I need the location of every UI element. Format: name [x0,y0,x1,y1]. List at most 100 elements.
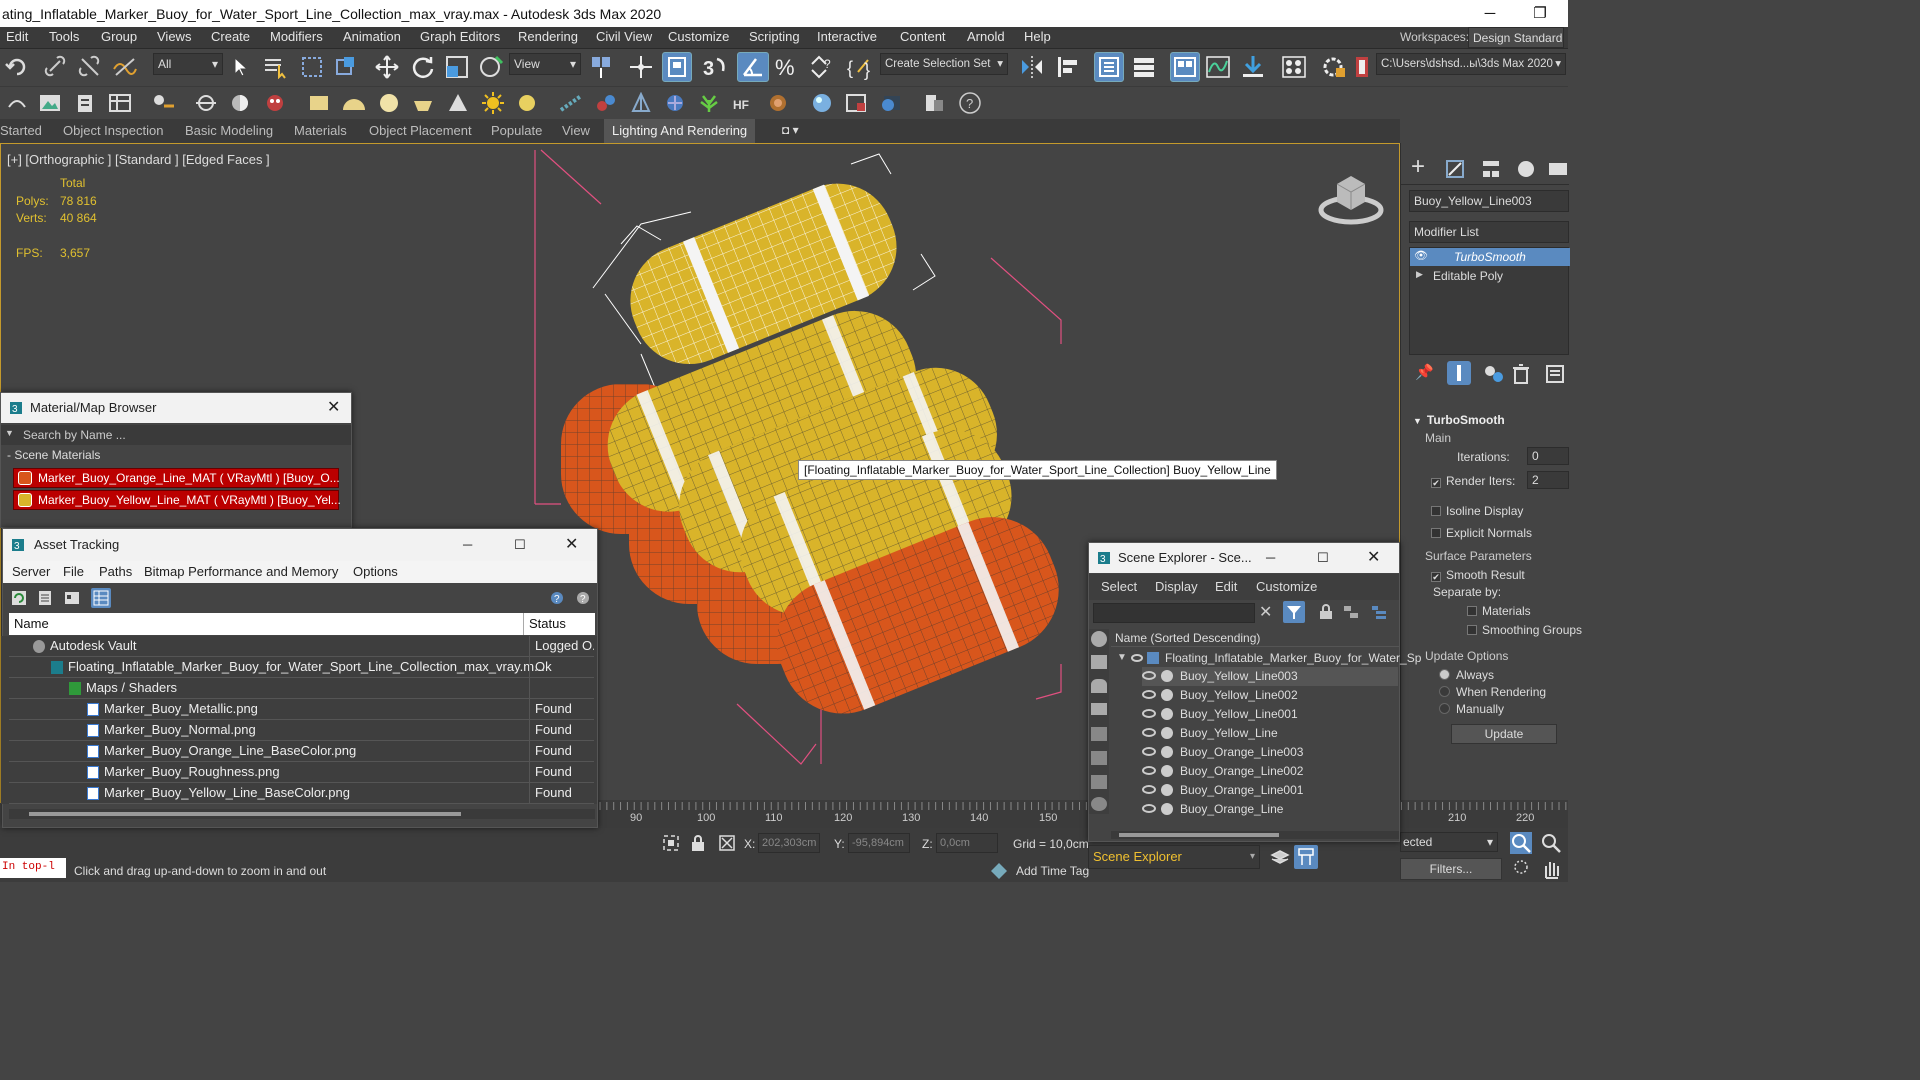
menu-customize[interactable]: Customize [668,29,729,44]
menu-edit[interactable]: Edit [6,29,28,44]
menu-scripting[interactable]: Scripting [749,29,800,44]
tab-started[interactable]: Started [0,123,42,138]
batch-render-icon[interactable] [922,92,946,114]
move-icon[interactable] [374,54,400,80]
maximize-icon[interactable]: ☐ [514,529,526,561]
scene-object-row[interactable]: Buoy_Orange_Line003 [1142,743,1398,762]
scale-icon[interactable] [444,54,470,80]
scene-materials-header[interactable]: - Scene Materials [7,448,100,462]
trash-icon[interactable] [1511,363,1531,385]
minimize-icon[interactable]: ─ [463,529,472,561]
toggle-ribbon[interactable] [1170,52,1200,82]
layers-icon[interactable] [1270,848,1290,866]
select-manipulate-icon[interactable] [628,54,654,80]
display-bones-icon[interactable] [1091,797,1107,811]
asset-row[interactable]: Floating_Inflatable_Marker_Buoy_for_Wate… [9,657,594,678]
sun-light-icon[interactable] [480,91,506,115]
scene-object-row[interactable]: Buoy_Yellow_Line002 [1142,686,1398,705]
minimize-button[interactable]: ─ [1470,0,1510,28]
hair-fur-icon[interactable]: HF [731,92,757,114]
expand-arrow-icon[interactable]: ▶ [1416,269,1423,280]
object-name-field[interactable]: Buoy_Yellow_Line003 [1409,190,1569,212]
menu-content[interactable]: Content [900,29,946,44]
modify-tab-icon[interactable] [1445,159,1467,179]
scene-object-row[interactable]: Buoy_Yellow_Line003 [1142,667,1398,686]
asset-row[interactable]: Marker_Buoy_Normal.png Found [9,720,594,741]
space-warp-icon[interactable] [663,92,687,114]
help-vault-icon[interactable]: ? [549,590,565,606]
spinner-snap-icon[interactable]: ? [808,54,834,80]
selection-filter-dropdown[interactable]: All ▾ [153,53,223,75]
modifier-list-dropdown[interactable]: Modifier List [1409,221,1569,243]
filter-button[interactable] [1283,601,1305,623]
materials-checkbox[interactable]: Materials [1467,604,1531,618]
percent-snap-icon[interactable]: % [774,54,800,80]
table-view-button[interactable] [91,588,111,608]
stack-item-turbosmooth[interactable]: 👁 TurboSmooth [1410,248,1570,266]
asset-row[interactable]: Marker_Buoy_Yellow_Line_BaseColor.png Fou… [9,783,594,804]
col-status-header[interactable]: Status [523,613,566,635]
asset-row[interactable]: Marker_Buoy_Roughness.png Found [9,762,594,783]
display-cameras-icon[interactable] [1091,703,1107,715]
zoom-icon[interactable] [1510,832,1532,854]
tab-lighting-and-rendering[interactable]: Lighting And Rendering [604,119,756,143]
display-spacewarps-icon[interactable] [1091,751,1107,765]
asset-row[interactable]: Marker_Buoy_Orange_Line_BaseColor.png Fou… [9,741,594,762]
eye-icon[interactable] [1142,804,1156,813]
material-item-yellow[interactable]: Marker_Buoy_Yellow_Line_MAT ( VRayMtl ) … [13,490,341,510]
se-menu-edit[interactable]: Edit [1215,579,1237,594]
sphere-icon[interactable] [377,92,401,114]
smoothing-groups-checkbox[interactable]: Smoothing Groups [1467,623,1582,637]
material-search-input[interactable]: Search by Name ... [23,428,126,442]
plane-icon[interactable] [306,93,332,113]
menu-arnold[interactable]: Arnold [967,29,1005,44]
menu-interactive[interactable]: Interactive [817,29,877,44]
close-icon[interactable]: ✕ [565,529,578,561]
asset-horizontal-scrollbar[interactable] [9,809,595,819]
tab-object-placement[interactable]: Object Placement [369,123,472,138]
display-geometry-icon[interactable] [1091,631,1107,647]
clear-search-icon[interactable]: ✕ [1259,602,1272,622]
detail-view-icon[interactable] [64,590,80,606]
cone-icon[interactable] [446,92,470,114]
teapot-icon[interactable] [410,92,436,114]
collapse-arrow-icon[interactable]: ▼ [1117,652,1127,663]
edit-named-selection-icon[interactable]: {} [846,54,874,80]
viewcube-icon[interactable] [1315,170,1389,230]
scene-root-row[interactable]: ▼ Floating_Inflatable_Marker_Buoy_for_Wa… [1111,649,1421,668]
tab-populate[interactable]: Populate [491,123,542,138]
keyboard-shortcut-toggle[interactable] [662,52,692,82]
scene-explorer-selector[interactable]: Scene Explorer ▾ [1088,845,1260,869]
display-tab-icon[interactable] [1547,159,1569,179]
z-coordinate-field[interactable]: 0,0cm [936,833,998,853]
scene-explorer-scrollbar[interactable] [1111,831,1399,839]
helper-icon[interactable] [629,92,653,114]
pan-hand-icon[interactable] [1540,858,1564,880]
menu-options[interactable]: Options [353,564,398,579]
select-object-icon[interactable] [230,55,254,79]
menu-server[interactable]: Server [12,564,50,579]
se-menu-display[interactable]: Display [1155,579,1198,594]
hierarchy-tab-icon[interactable] [1481,159,1503,179]
eye-icon[interactable] [1142,747,1156,756]
dome-icon[interactable] [340,92,368,114]
eye-icon[interactable] [1142,785,1156,794]
add-time-tag[interactable]: Add Time Tag [1016,864,1089,878]
maximize-button[interactable]: ❐ [1520,0,1560,28]
lock-icon[interactable] [690,834,706,852]
scene-column-header[interactable]: Name (Sorted Descending) [1111,629,1399,647]
particles-icon[interactable] [558,92,584,114]
eye-icon[interactable] [1142,709,1156,718]
menu-create[interactable]: Create [211,29,250,44]
material-editor-icon[interactable] [1280,54,1308,80]
update-button[interactable]: Update [1451,724,1557,744]
smooth-result-checkbox[interactable]: ✔ Smooth Result [1431,568,1525,582]
render-setup-icon[interactable] [1320,54,1348,80]
project-folder-dropdown[interactable]: C:\Users\dshsd...ы\3ds Max 2020 ▾ [1376,53,1566,75]
update-when-rendering-radio[interactable]: When Rendering [1439,685,1546,699]
menu-views[interactable]: Views [157,29,191,44]
menu-modifiers[interactable]: Modifiers [270,29,323,44]
eye-icon[interactable] [1142,728,1156,737]
rollout-turbosmooth[interactable]: ▼ TurboSmooth [1413,413,1505,427]
omni-light-icon[interactable] [515,92,539,114]
